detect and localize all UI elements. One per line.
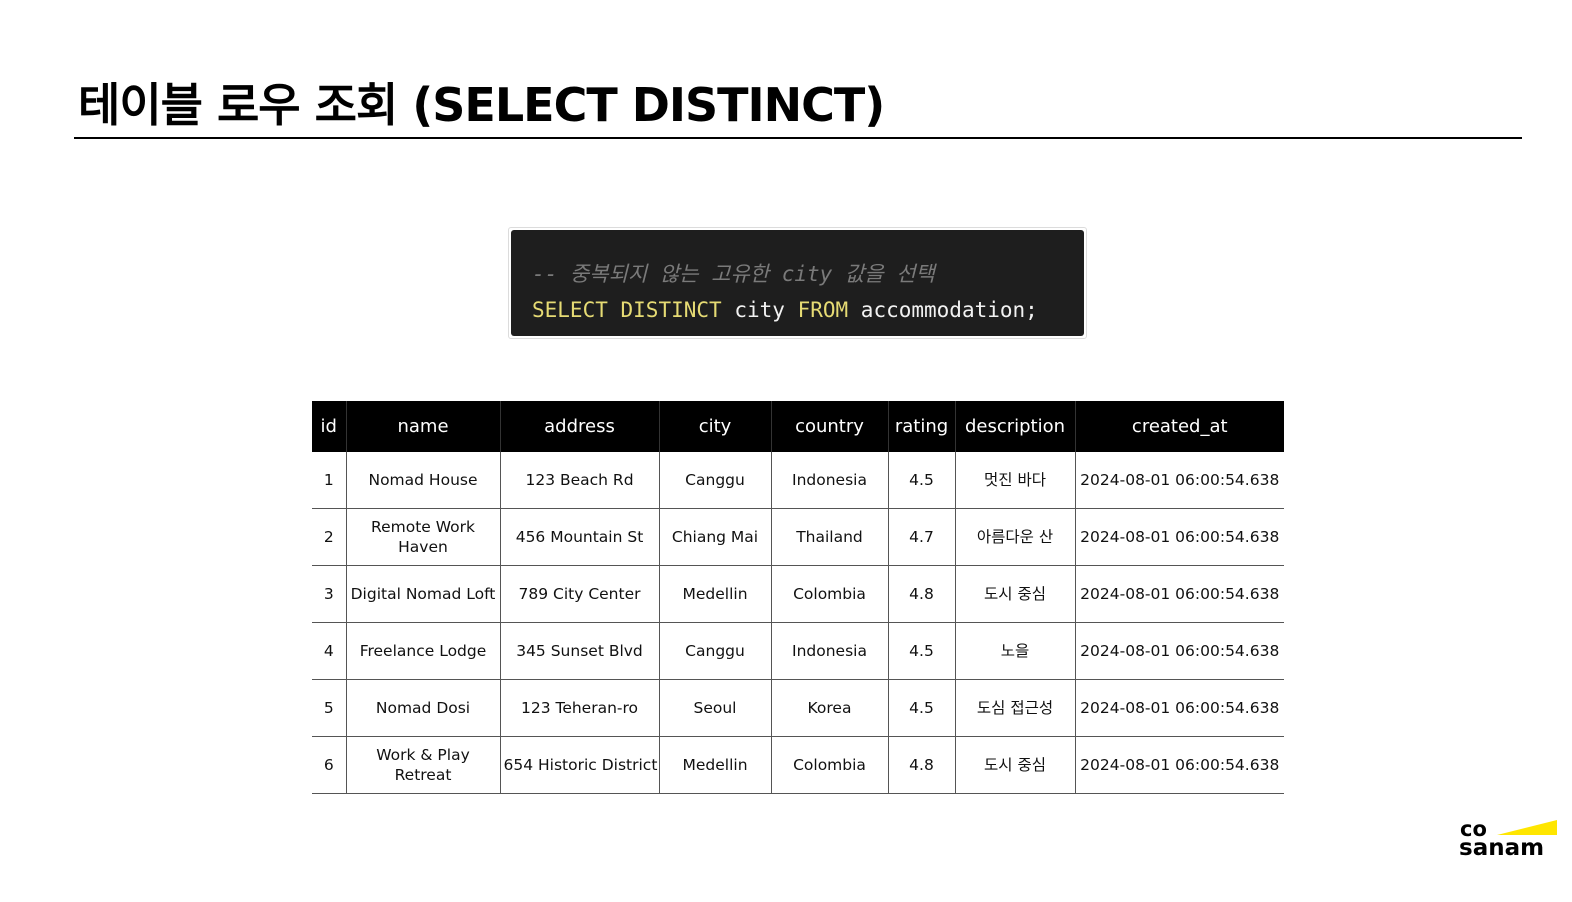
cell-name: Nomad House (346, 452, 501, 509)
cell-rating: 4.8 (888, 736, 956, 794)
cosanam-logo: co sanam (1459, 818, 1557, 862)
code-snippet: -- 중복되지 않는 고유한 city 값을 선택 SELECT DISTINCT… (511, 230, 1084, 336)
cell-city: Canggu (659, 452, 772, 509)
cell-description: 멋진 바다 (955, 452, 1076, 509)
table-row: 6 Work & Play Retreat 654 Historic Distr… (312, 736, 1284, 794)
cell-address: 123 Teheran-ro (500, 679, 660, 737)
cell-id: 3 (312, 565, 347, 623)
cell-id: 6 (312, 736, 347, 794)
code-statement: SELECT DISTINCT city FROM accommodation; (532, 292, 1084, 328)
column-header-id: id (312, 401, 347, 452)
cell-address: 456 Mountain St (500, 508, 660, 566)
table-row: 1 Nomad House 123 Beach Rd Canggu Indone… (312, 452, 1284, 509)
cell-city: Seoul (659, 679, 772, 737)
cell-rating: 4.8 (888, 565, 956, 623)
cell-name: Remote Work Haven (346, 508, 501, 566)
code-keyword-select: SELECT (532, 298, 608, 322)
cell-id: 5 (312, 679, 347, 737)
cell-city: Canggu (659, 622, 772, 680)
logo-accent-swoosh-icon (1497, 820, 1557, 835)
code-column: city (734, 298, 785, 322)
column-header-description: description (955, 401, 1076, 452)
cell-description: 도심 접근성 (955, 679, 1076, 737)
table-row: 4 Freelance Lodge 345 Sunset Blvd Canggu… (312, 622, 1284, 680)
table-row: 2 Remote Work Haven 456 Mountain St Chia… (312, 508, 1284, 566)
code-snippet-frame: -- 중복되지 않는 고유한 city 값을 선택 SELECT DISTINCT… (508, 227, 1087, 339)
code-table-name: accommodation; (860, 298, 1038, 322)
cell-created-at: 2024-08-01 06:00:54.638 (1075, 452, 1284, 509)
cell-country: Colombia (771, 736, 889, 794)
table-header-row: id name address city country rating desc… (312, 401, 1284, 452)
column-header-name: name (346, 401, 501, 452)
cell-id: 2 (312, 508, 347, 566)
cell-name: Digital Nomad Loft (346, 565, 501, 623)
cell-description: 도시 중심 (955, 565, 1076, 623)
column-header-address: address (500, 401, 660, 452)
code-keyword-from: FROM (797, 298, 849, 322)
table-row: 3 Digital Nomad Loft 789 City Center Med… (312, 565, 1284, 623)
cell-name: Work & Play Retreat (346, 736, 501, 794)
cell-description: 도시 중심 (955, 736, 1076, 794)
column-header-created-at: created_at (1075, 401, 1284, 452)
cell-country: Thailand (771, 508, 889, 566)
cell-country: Indonesia (771, 452, 889, 509)
code-comment: -- 중복되지 않는 고유한 city 값을 선택 (532, 262, 935, 286)
cell-created-at: 2024-08-01 06:00:54.638 (1075, 565, 1284, 623)
cell-address: 345 Sunset Blvd (500, 622, 660, 680)
accommodation-table: id name address city country rating desc… (312, 401, 1284, 794)
cell-country: Indonesia (771, 622, 889, 680)
cell-created-at: 2024-08-01 06:00:54.638 (1075, 679, 1284, 737)
cell-rating: 4.5 (888, 679, 956, 737)
page-title: 테이블 로우 조회 (SELECT DISTINCT) (78, 78, 885, 132)
cell-rating: 4.7 (888, 508, 956, 566)
column-header-rating: rating (888, 401, 956, 452)
cell-description: 아름다운 산 (955, 508, 1076, 566)
cell-country: Korea (771, 679, 889, 737)
table-row: 5 Nomad Dosi 123 Teheran-ro Seoul Korea … (312, 679, 1284, 737)
cell-rating: 4.5 (888, 622, 956, 680)
cell-created-at: 2024-08-01 06:00:54.638 (1075, 736, 1284, 794)
cell-city: Medellin (659, 565, 772, 623)
cell-id: 1 (312, 452, 347, 509)
cell-rating: 4.5 (888, 452, 956, 509)
cell-description: 노을 (955, 622, 1076, 680)
cell-address: 789 City Center (500, 565, 660, 623)
cell-created-at: 2024-08-01 06:00:54.638 (1075, 508, 1284, 566)
cell-country: Colombia (771, 565, 889, 623)
cell-city: Medellin (659, 736, 772, 794)
column-header-country: country (771, 401, 889, 452)
cell-address: 654 Historic District (500, 736, 660, 794)
cell-id: 4 (312, 622, 347, 680)
cell-address: 123 Beach Rd (500, 452, 660, 509)
title-divider (74, 137, 1522, 139)
column-header-city: city (659, 401, 772, 452)
cell-name: Nomad Dosi (346, 679, 501, 737)
logo-text-sanam: sanam (1459, 835, 1545, 861)
cell-city: Chiang Mai (659, 508, 772, 566)
code-keyword-distinct: DISTINCT (620, 298, 722, 322)
cell-name: Freelance Lodge (346, 622, 501, 680)
cell-created-at: 2024-08-01 06:00:54.638 (1075, 622, 1284, 680)
